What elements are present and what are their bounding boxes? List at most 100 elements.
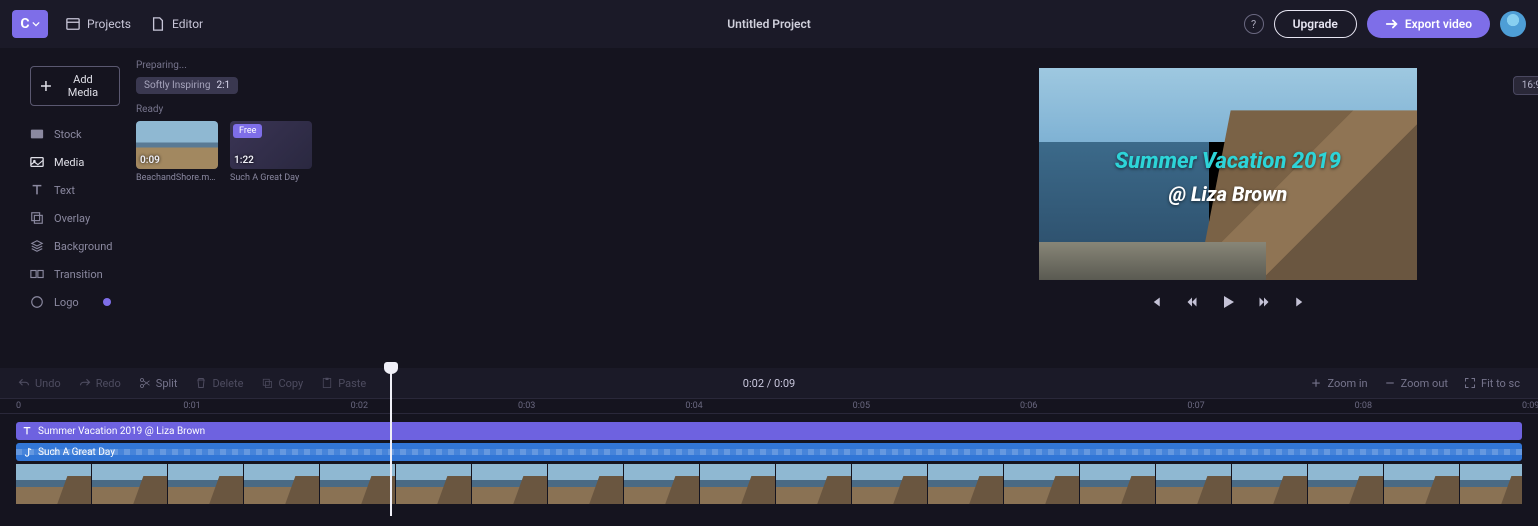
sidebar-item-logo[interactable]: Logo [0, 288, 120, 316]
ruler-tick: 0:09 [1522, 401, 1538, 411]
nav-projects[interactable]: Projects [56, 11, 141, 37]
video-frame [1156, 464, 1231, 504]
sidebar-label: Transition [54, 268, 103, 281]
sidebar-item-media[interactable]: Media [0, 148, 120, 176]
redo-button[interactable]: Redo [79, 377, 121, 390]
preparing-chip[interactable]: Softly Inspiring 2:1 [136, 77, 238, 94]
video-frame [1308, 464, 1383, 504]
plus-icon [41, 81, 51, 91]
sidebar-label: Logo [54, 296, 79, 309]
thumb-duration: 1:22 [234, 155, 254, 166]
sidebar: Add Media Stock Media Text Overlay Backg… [0, 48, 120, 368]
logo-icon [30, 295, 44, 309]
stock-icon [30, 127, 44, 141]
audio-track-clip[interactable]: Such A Great Day [16, 443, 1522, 461]
ready-label: Ready [136, 104, 930, 115]
media-card-audio[interactable]: Free 1:22 Such A Great Day [230, 121, 312, 183]
video-frame [700, 464, 775, 504]
skip-start-button[interactable] [1148, 294, 1164, 310]
ruler-tick: 0:04 [685, 401, 702, 411]
ruler-tick: 0:02 [351, 401, 368, 411]
video-frame [168, 464, 243, 504]
sidebar-label: Stock [54, 128, 82, 141]
project-title[interactable]: Untitled Project [727, 17, 811, 31]
video-frame [472, 464, 547, 504]
file-icon [151, 17, 165, 31]
video-frame [1080, 464, 1155, 504]
trash-icon [195, 377, 207, 389]
zoom-in-button[interactable]: Zoom in [1310, 377, 1367, 390]
text-icon [30, 183, 44, 197]
video-frame [92, 464, 167, 504]
zoom-out-button[interactable]: Zoom out [1384, 377, 1448, 390]
track-label: Such A Great Day [38, 447, 115, 458]
overlay-icon [30, 211, 44, 225]
video-frame [776, 464, 851, 504]
forward-button[interactable] [1256, 294, 1272, 310]
logo-letter: C [20, 16, 29, 32]
ruler-tick: 0:05 [853, 401, 870, 411]
ruler-tick: 0 [16, 401, 21, 411]
sidebar-item-overlay[interactable]: Overlay [0, 204, 120, 232]
timeline-ruler[interactable]: 00:010:020:030:040:050:060:070:080:09 [0, 398, 1538, 414]
media-panel: Preparing... Softly Inspiring 2:1 Ready … [120, 48, 938, 368]
sidebar-item-stock[interactable]: Stock [0, 120, 120, 148]
user-avatar[interactable] [1500, 11, 1526, 37]
video-frame [548, 464, 623, 504]
video-preview[interactable]: Summer Vacation 2019 @ Liza Brown [1039, 68, 1417, 280]
playback-controls [1148, 294, 1308, 310]
ruler-tick: 0:06 [1020, 401, 1037, 411]
fit-icon [1464, 377, 1476, 389]
ruler-tick: 0:01 [183, 401, 200, 411]
split-button[interactable]: Split [139, 377, 178, 390]
sidebar-label: Text [54, 184, 75, 197]
video-frame [320, 464, 395, 504]
nav-editor[interactable]: Editor [141, 11, 213, 37]
delete-button[interactable]: Delete [195, 377, 243, 390]
skip-end-button[interactable] [1292, 294, 1308, 310]
media-thumb: 0:09 [136, 121, 218, 169]
video-frame [396, 464, 471, 504]
app-logo[interactable]: C [12, 10, 48, 38]
preview-title-text: Summer Vacation 2019 [1039, 149, 1417, 174]
rewind-button[interactable] [1184, 294, 1200, 310]
undo-button[interactable]: Undo [18, 377, 61, 390]
text-track-clip[interactable]: Summer Vacation 2019 @ Liza Brown [16, 422, 1522, 440]
thumb-duration: 0:09 [140, 155, 160, 166]
paste-button[interactable]: Paste [321, 377, 366, 390]
text-icon [22, 426, 32, 436]
export-arrow-icon [1385, 17, 1399, 31]
sidebar-item-background[interactable]: Background [0, 232, 120, 260]
aspect-ratio-button[interactable]: 16:9 [1513, 76, 1538, 95]
redo-icon [79, 377, 91, 389]
video-frame [1460, 464, 1522, 504]
upgrade-button[interactable]: Upgrade [1274, 10, 1357, 38]
main-area: Add Media Stock Media Text Overlay Backg… [0, 48, 1538, 368]
scissors-icon [139, 377, 151, 389]
media-thumb: Free 1:22 [230, 121, 312, 169]
sidebar-label: Overlay [54, 212, 90, 225]
add-media-button[interactable]: Add Media [30, 66, 120, 106]
chip-duration: 2:1 [216, 80, 230, 91]
video-frame [928, 464, 1003, 504]
track-label: Summer Vacation 2019 @ Liza Brown [38, 426, 205, 437]
fit-button[interactable]: Fit to sc [1464, 377, 1520, 390]
timeline-playhead[interactable] [390, 366, 392, 516]
nav-projects-label: Projects [87, 17, 131, 31]
preview-scene [1039, 68, 1417, 280]
copy-button[interactable]: Copy [261, 377, 303, 390]
media-card-video[interactable]: 0:09 BeachandShore.mp4 [136, 121, 218, 183]
export-button[interactable]: Export video [1367, 10, 1490, 38]
sidebar-item-text[interactable]: Text [0, 176, 120, 204]
ruler-tick: 0:08 [1355, 401, 1372, 411]
play-button[interactable] [1220, 294, 1236, 310]
sidebar-item-transition[interactable]: Transition [0, 260, 120, 288]
video-frame [624, 464, 699, 504]
help-button[interactable]: ? [1244, 14, 1264, 34]
timeline-toolbar: Undo Redo Split Delete Copy Paste 0:02 /… [0, 368, 1538, 398]
media-icon [30, 155, 44, 169]
copy-icon [261, 377, 273, 389]
media-filename: BeachandShore.mp4 [136, 173, 218, 183]
video-track-clip[interactable] [16, 464, 1522, 504]
chevron-down-icon [32, 20, 40, 28]
